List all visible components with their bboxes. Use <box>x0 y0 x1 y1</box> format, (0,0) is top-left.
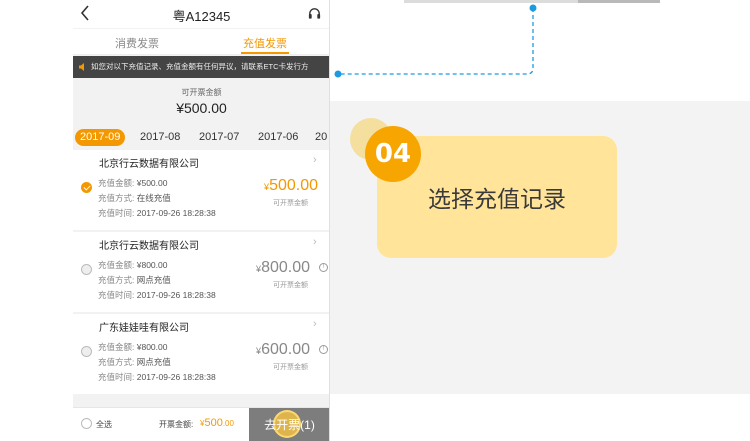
record-time-key: 充值时间: <box>98 290 135 300</box>
month-tab[interactable]: 2017-06 <box>253 129 303 146</box>
record-time: 2017-09-26 18:28:38 <box>136 208 216 218</box>
phone-screen: 粤A12345 消费发票 充值发票 如您对以下充值记录、充值金额有任何异议，请联… <box>73 0 330 441</box>
record-time-line: 充值时间: 2017-09-26 18:28:38 <box>98 289 238 301</box>
tab-consumption-invoice[interactable]: 消费发票 <box>73 35 201 51</box>
record-checkbox[interactable] <box>81 182 92 193</box>
record-checkbox[interactable] <box>81 264 92 275</box>
record-method-key: 充值方式: <box>98 193 135 203</box>
record-invoiceable-amount: ¥500.00 <box>264 177 318 195</box>
notice-text: 如您对以下充值记录、充值金额有任何异议，请联系ETC卡发行方 <box>91 62 309 71</box>
month-tab[interactable]: 2017-09 <box>75 129 126 146</box>
record-amount-line: 充值金额: ¥500.00 <box>98 177 238 189</box>
record-invoiceable-label: 可开票金额 <box>273 282 308 289</box>
total-amount-value: ¥500.00 <box>200 417 234 429</box>
tab-recharge-invoice[interactable]: 充值发票 <box>201 35 329 51</box>
record-method: 在线充值 <box>136 193 171 203</box>
record-amount: ¥800.00 <box>136 260 168 270</box>
page-title: 粤A12345 <box>172 9 231 24</box>
record-time-key: 充值时间: <box>98 372 135 382</box>
connector-line <box>338 8 534 75</box>
record-checkbox[interactable] <box>81 346 92 357</box>
nav-bar: 粤A12345 <box>73 0 329 28</box>
step-number-badge: 04 <box>365 126 421 182</box>
month-tab[interactable]: 2017-08 <box>135 129 185 146</box>
record-method-line: 充值方式: 在线充值 <box>98 192 238 204</box>
record-amount: ¥500.00 <box>136 178 168 188</box>
record-method-line: 充值方式: 网点充值 <box>98 274 238 286</box>
invoiceable-label: 可开票金额 <box>181 88 222 97</box>
tutorial-canvas: 选择充值记录 04 粤A12345 消费发票 充值发票 如您对以下充值记录、充值… <box>0 0 750 441</box>
step-label: 选择充值记录 <box>428 187 566 213</box>
record-company: 北京行云数据有限公司 <box>99 159 199 170</box>
recharge-record[interactable]: 北京行云数据有限公司 › 充值金额: ¥500.00 充值方式: 在线充值 充值… <box>73 150 329 230</box>
total-amount-label: 开票金额: <box>159 420 194 429</box>
record-invoiceable-label: 可开票金额 <box>273 364 308 371</box>
record-amount-key: 充值金额: <box>98 178 135 188</box>
connector-dot-bottom <box>334 70 342 78</box>
record-big-amount: 600.00 <box>261 341 310 358</box>
record-invoiceable-label: 可开票金额 <box>273 200 308 207</box>
record-time: 2017-09-26 18:28:38 <box>136 372 216 382</box>
issue-invoice-button[interactable]: 去开票(1) <box>249 408 329 441</box>
record-method: 网点充值 <box>136 357 171 367</box>
record-time: 2017-09-26 18:28:38 <box>136 290 216 300</box>
record-amount-key: 充值金额: <box>98 260 135 270</box>
record-time-line: 充值时间: 2017-09-26 18:28:38 <box>98 207 238 219</box>
total-amount-cents: .00 <box>222 419 234 428</box>
record-method: 网点充值 <box>136 275 171 285</box>
record-method-line: 充值方式: 网点充值 <box>98 356 238 368</box>
invoice-tabs: 消费发票 充值发票 <box>73 29 329 55</box>
select-all-checkbox[interactable] <box>81 418 92 429</box>
invoiceable-value: ¥500.00 <box>176 100 227 116</box>
chevron-right-icon: › <box>313 154 317 166</box>
notice-bar: 如您对以下充值记录、充值金额有任何异议，请联系ETC卡发行方 <box>73 56 329 78</box>
record-time-key: 充值时间: <box>98 208 135 218</box>
record-company: 北京行云数据有限公司 <box>99 241 199 252</box>
info-icon[interactable]: ! <box>319 345 328 354</box>
record-big-amount: 500.00 <box>269 177 318 194</box>
record-method-key: 充值方式: <box>98 275 135 285</box>
chevron-right-icon: › <box>313 318 317 330</box>
chevron-right-icon: › <box>313 236 317 248</box>
select-all-label[interactable]: 全选 <box>96 419 112 430</box>
speaker-icon <box>79 63 84 71</box>
record-method-key: 充值方式: <box>98 357 135 367</box>
recharge-record[interactable]: 广东娃娃哇有限公司 › 充值金额: ¥800.00 充值方式: 网点充值 充值时… <box>73 314 329 394</box>
record-amount: ¥800.00 <box>136 342 168 352</box>
total-amount-main: 500 <box>204 417 223 429</box>
record-invoiceable-amount: ¥600.00 <box>256 341 310 359</box>
record-amount-line: 充值金额: ¥800.00 <box>98 259 238 271</box>
invoiceable-summary: 可开票金额 ¥500.00 <box>73 80 329 124</box>
record-time-line: 充值时间: 2017-09-26 18:28:38 <box>98 371 238 383</box>
record-big-amount: 800.00 <box>261 259 310 276</box>
month-filter: 2017-09 2017-08 2017-07 2017-06 20 <box>73 126 329 148</box>
recharge-record[interactable]: 北京行云数据有限公司 › 充值金额: ¥800.00 充值方式: 网点充值 充值… <box>73 232 329 312</box>
active-tab-indicator <box>241 52 289 54</box>
month-tab[interactable]: 20 <box>310 129 329 146</box>
bottom-action-bar: 全选 开票金额: ¥500.00 去开票(1) <box>73 407 329 441</box>
record-invoiceable-amount: ¥800.00 <box>256 259 310 277</box>
info-icon[interactable]: ! <box>319 263 328 272</box>
record-amount-line: 充值金额: ¥800.00 <box>98 341 238 353</box>
month-tab[interactable]: 2017-07 <box>194 129 244 146</box>
headset-icon[interactable] <box>307 6 322 21</box>
record-company: 广东娃娃哇有限公司 <box>99 323 189 334</box>
record-amount-key: 充值金额: <box>98 342 135 352</box>
